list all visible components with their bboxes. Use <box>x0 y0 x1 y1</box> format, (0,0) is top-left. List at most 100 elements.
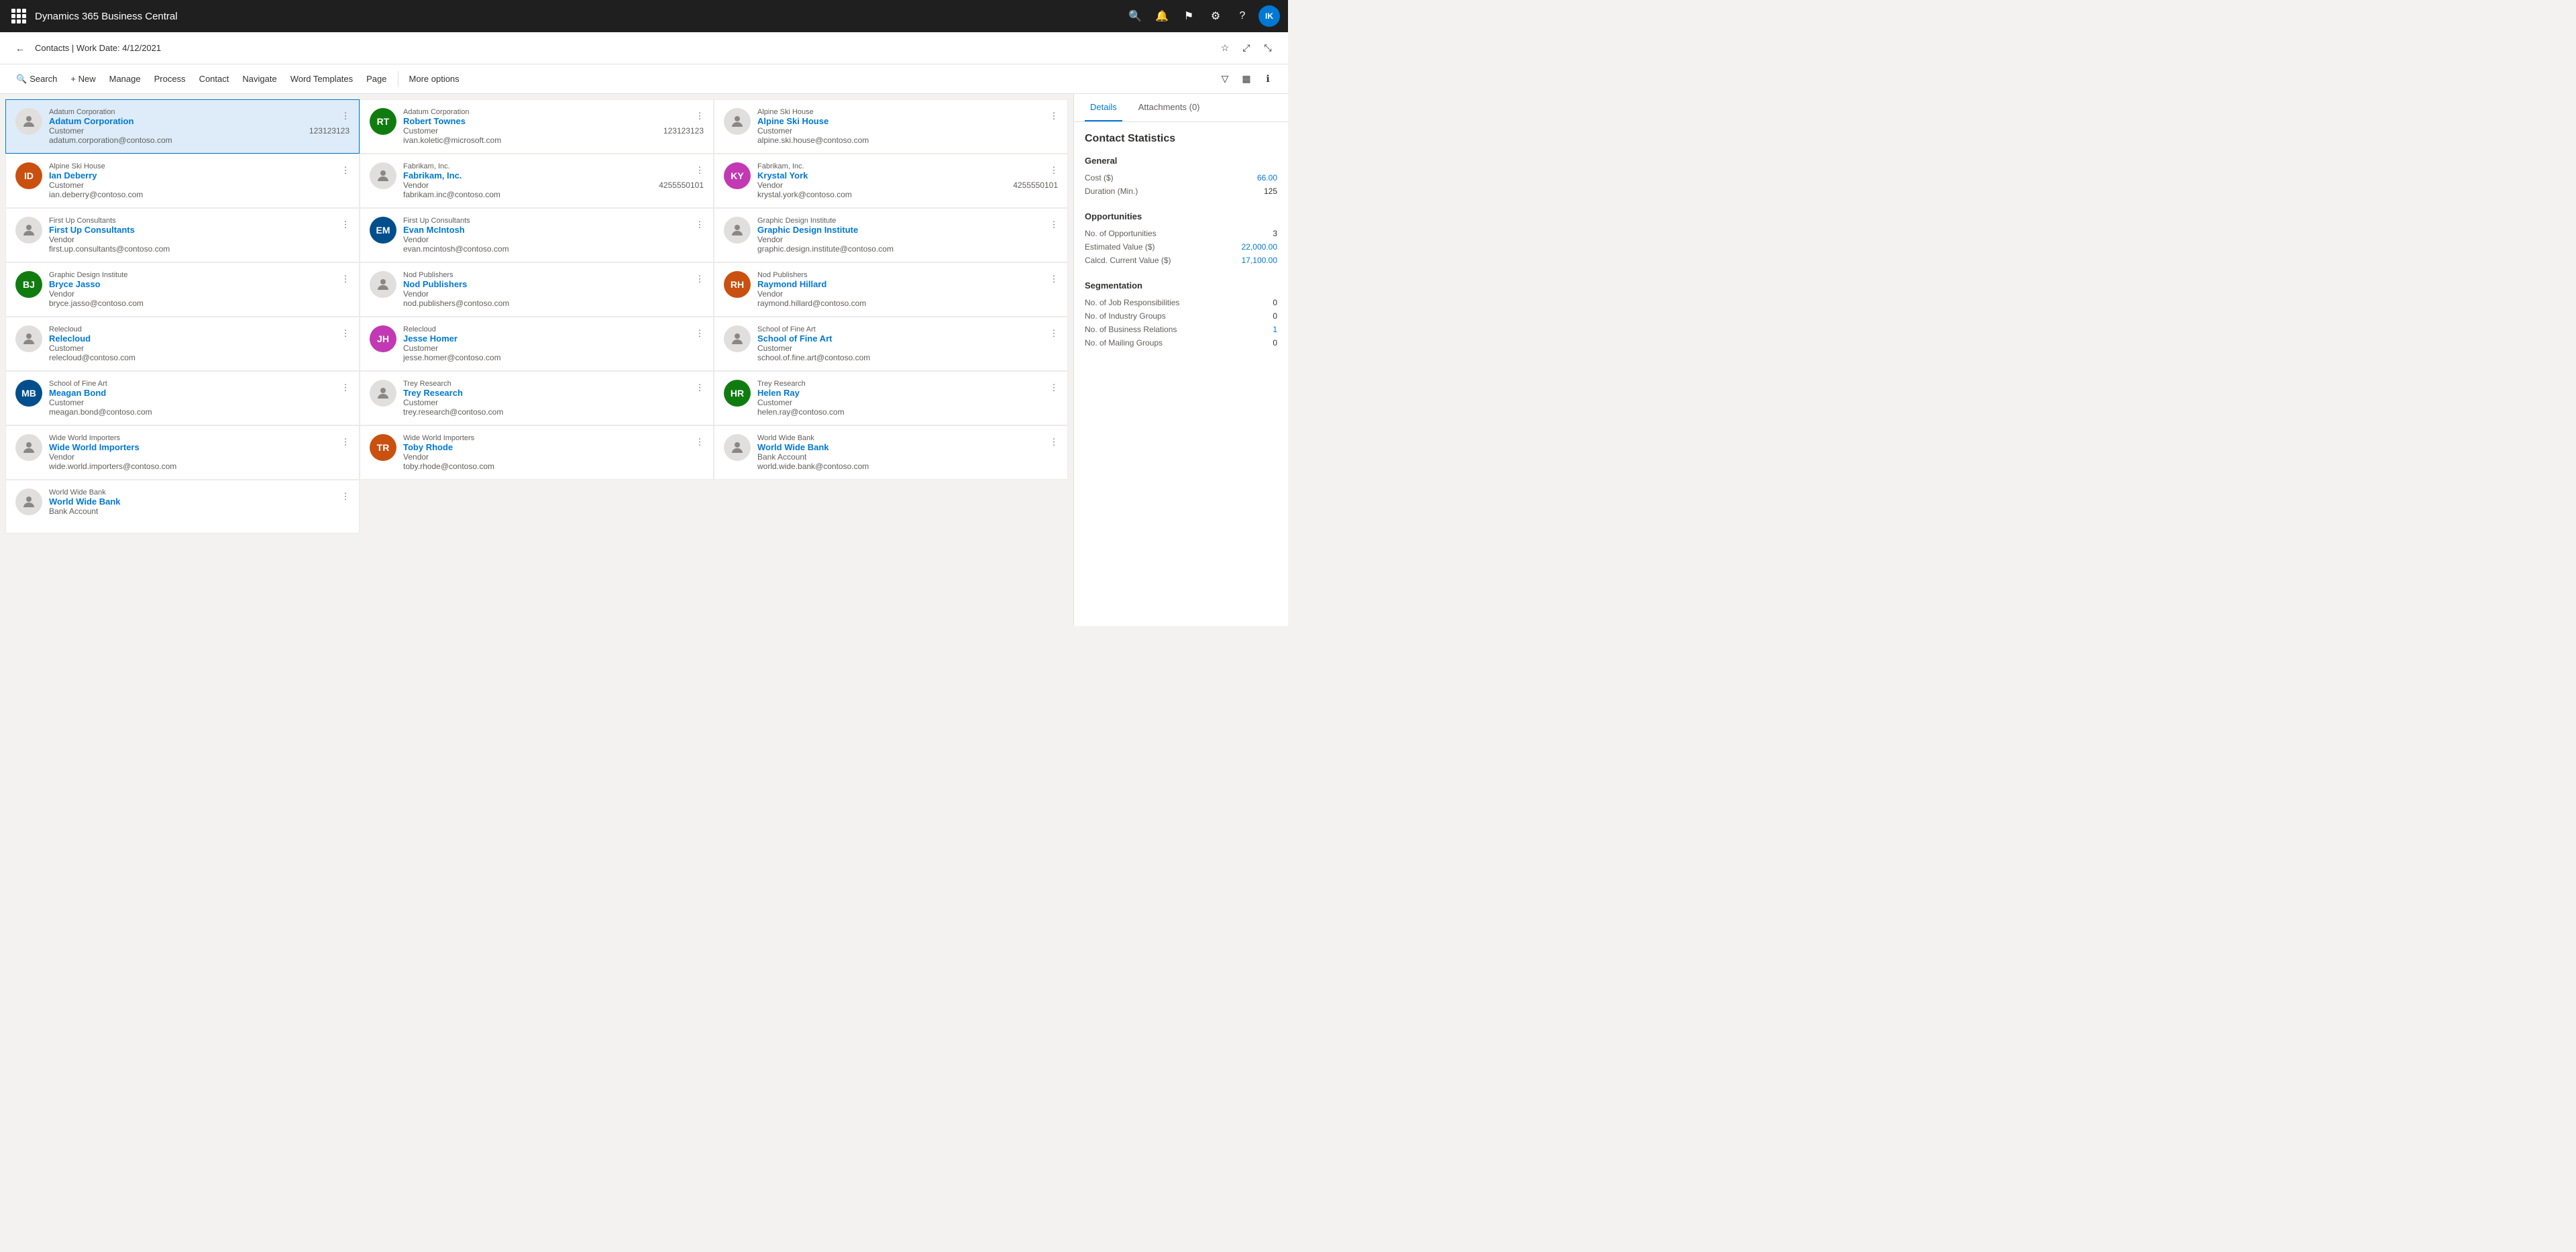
contact-more-button[interactable]: ⋮ <box>692 108 708 124</box>
contact-name[interactable]: Raymond Hillard <box>757 279 1058 289</box>
contact-more-button[interactable]: ⋮ <box>1046 325 1062 342</box>
contact-more-button[interactable]: ⋮ <box>692 271 708 287</box>
bell-icon[interactable]: 🔔 <box>1151 5 1173 27</box>
contact-name[interactable]: Wide World Importers <box>49 442 350 452</box>
contact-info: First Up ConsultantsFirst Up Consultants… <box>49 217 350 254</box>
contact-more-button[interactable]: ⋮ <box>337 108 354 124</box>
more-options-button[interactable]: More options <box>404 71 465 87</box>
contact-card[interactable]: MBSchool of Fine ArtMeagan BondCustomerm… <box>5 371 360 425</box>
contact-name[interactable]: Adatum Corporation <box>49 116 350 126</box>
search-icon[interactable]: 🔍 <box>1124 5 1146 27</box>
contact-name[interactable]: Ian Deberry <box>49 170 350 180</box>
contact-name[interactable]: Helen Ray <box>757 388 1058 398</box>
contact-card[interactable]: RTAdatum CorporationRobert TownesCustome… <box>360 99 714 154</box>
contact-card[interactable]: KYFabrikam, Inc.Krystal YorkVendor425555… <box>714 154 1068 208</box>
contact-name[interactable]: Toby Rhode <box>403 442 704 452</box>
contact-card[interactable]: First Up ConsultantsFirst Up Consultants… <box>5 208 360 262</box>
search-button[interactable]: 🔍 Search <box>11 71 62 87</box>
contact-more-button[interactable]: ⋮ <box>337 380 354 396</box>
contact-meta: Vendor <box>49 235 350 244</box>
contact-name[interactable]: Alpine Ski House <box>757 116 1058 126</box>
process-button[interactable]: Process <box>149 71 191 87</box>
contact-name[interactable]: Robert Townes <box>403 116 704 126</box>
contact-name[interactable]: Nod Publishers <box>403 279 704 289</box>
contact-name[interactable]: Relecloud <box>49 333 350 344</box>
new-button[interactable]: + New <box>65 71 101 87</box>
contact-more-button[interactable]: ⋮ <box>337 325 354 342</box>
contact-name[interactable]: Jesse Homer <box>403 333 704 344</box>
contact-name[interactable]: School of Fine Art <box>757 333 1058 344</box>
stat-value[interactable]: 66.00 <box>1257 173 1277 182</box>
contact-card[interactable]: Fabrikam, Inc.Fabrikam, Inc.Vendor425555… <box>360 154 714 208</box>
contact-name[interactable]: Krystal York <box>757 170 1058 180</box>
contact-more-button[interactable]: ⋮ <box>692 325 708 342</box>
bookmark-icon[interactable]: ☆ <box>1216 39 1234 58</box>
contact-name[interactable]: Fabrikam, Inc. <box>403 170 704 180</box>
back-button[interactable]: ← <box>11 39 30 58</box>
contact-card[interactable]: Wide World ImportersWide World Importers… <box>5 425 360 480</box>
contact-card[interactable]: World Wide BankWorld Wide BankBank Accou… <box>714 425 1068 480</box>
contact-card[interactable]: Nod PublishersNod PublishersVendornod.pu… <box>360 262 714 317</box>
contact-more-button[interactable]: ⋮ <box>1046 380 1062 396</box>
filter-icon[interactable]: ▽ <box>1216 70 1234 89</box>
word-templates-button[interactable]: Word Templates <box>285 71 358 87</box>
contact-more-button[interactable]: ⋮ <box>692 380 708 396</box>
contact-more-button[interactable]: ⋮ <box>692 434 708 450</box>
contact-name[interactable]: Bryce Jasso <box>49 279 350 289</box>
contact-more-button[interactable]: ⋮ <box>1046 108 1062 124</box>
panel-tab-attachments--0-[interactable]: Attachments (0) <box>1133 94 1205 121</box>
contact-card[interactable]: RHNod PublishersRaymond HillardVendorray… <box>714 262 1068 317</box>
contact-name[interactable]: World Wide Bank <box>49 497 350 507</box>
info-toolbar-icon[interactable]: ℹ <box>1258 70 1277 89</box>
stat-value[interactable]: 22,000.00 <box>1242 242 1277 252</box>
contact-name[interactable]: Meagan Bond <box>49 388 350 398</box>
contact-more-button[interactable]: ⋮ <box>1046 271 1062 287</box>
contact-card[interactable]: TRWide World ImportersToby RhodeVendorto… <box>360 425 714 480</box>
contact-card[interactable]: EMFirst Up ConsultantsEvan McIntoshVendo… <box>360 208 714 262</box>
gear-icon[interactable]: ⚙ <box>1205 5 1226 27</box>
contact-avatar <box>370 380 396 407</box>
page-button[interactable]: Page <box>361 71 392 87</box>
contact-card[interactable]: Alpine Ski HouseAlpine Ski HouseCustomer… <box>714 99 1068 154</box>
user-avatar[interactable]: IK <box>1258 5 1280 27</box>
panel-tab-details[interactable]: Details <box>1085 94 1122 121</box>
contact-button[interactable]: Contact <box>194 71 235 87</box>
navigate-button[interactable]: Navigate <box>237 71 282 87</box>
contact-card[interactable]: BJGraphic Design InstituteBryce JassoVen… <box>5 262 360 317</box>
contact-more-button[interactable]: ⋮ <box>337 217 354 233</box>
contact-more-button[interactable]: ⋮ <box>337 271 354 287</box>
open-in-new-icon[interactable]: ⤢ <box>1237 39 1256 58</box>
contact-name[interactable]: Evan McIntosh <box>403 225 704 235</box>
waffle-button[interactable] <box>8 5 30 27</box>
contact-card[interactable]: Graphic Design InstituteGraphic Design I… <box>714 208 1068 262</box>
columns-icon[interactable]: ▦ <box>1237 70 1256 89</box>
contact-more-button[interactable]: ⋮ <box>1046 434 1062 450</box>
contact-card[interactable]: World Wide BankWorld Wide BankBank Accou… <box>5 480 360 533</box>
manage-button[interactable]: Manage <box>104 71 146 87</box>
contact-more-button[interactable]: ⋮ <box>337 162 354 178</box>
contact-card[interactable]: School of Fine ArtSchool of Fine ArtCust… <box>714 317 1068 371</box>
contact-name[interactable]: First Up Consultants <box>49 225 350 235</box>
contact-card[interactable]: HRTrey ResearchHelen RayCustomerhelen.ra… <box>714 371 1068 425</box>
stat-value[interactable]: 1 <box>1273 325 1277 334</box>
contact-more-button[interactable]: ⋮ <box>337 488 354 505</box>
contact-more-button[interactable]: ⋮ <box>692 162 708 178</box>
contact-card[interactable]: Adatum CorporationAdatum CorporationCust… <box>5 99 360 154</box>
stat-label: Duration (Min.) <box>1085 187 1138 196</box>
contact-card[interactable]: RelecloudRelecloudCustomerrelecloud@cont… <box>5 317 360 371</box>
contact-card[interactable]: IDAlpine Ski HouseIan DeberryCustomerian… <box>5 154 360 208</box>
contact-name[interactable]: Graphic Design Institute <box>757 225 1058 235</box>
contact-email: fabrikam.inc@contoso.com <box>403 190 704 199</box>
contact-more-button[interactable]: ⋮ <box>1046 217 1062 233</box>
help-icon[interactable]: ? <box>1232 5 1253 27</box>
contact-more-button[interactable]: ⋮ <box>1046 162 1062 178</box>
contact-more-button[interactable]: ⋮ <box>692 217 708 233</box>
contact-card[interactable]: JHRelecloudJesse HomerCustomerjesse.home… <box>360 317 714 371</box>
contact-more-button[interactable]: ⋮ <box>337 434 354 450</box>
contact-name[interactable]: Trey Research <box>403 388 704 398</box>
stat-value[interactable]: 17,100.00 <box>1242 256 1277 265</box>
flag-icon[interactable]: ⚑ <box>1178 5 1199 27</box>
collapse-icon[interactable]: ⤡ <box>1258 39 1277 58</box>
contact-card[interactable]: Trey ResearchTrey ResearchCustomertrey.r… <box>360 371 714 425</box>
contact-name[interactable]: World Wide Bank <box>757 442 1058 452</box>
